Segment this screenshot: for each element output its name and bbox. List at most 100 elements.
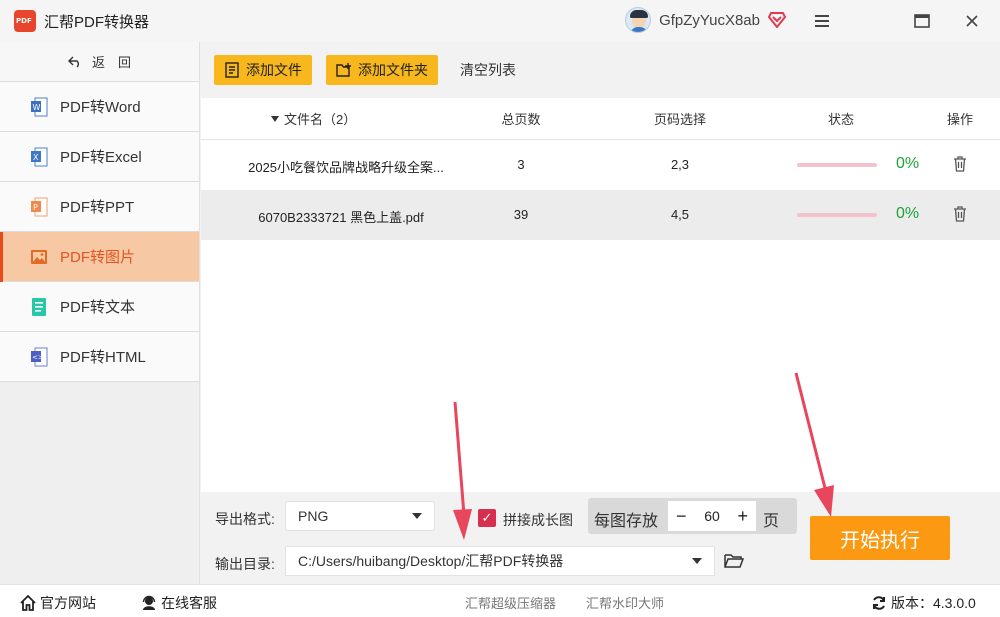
- per-image-group: 每图存放 − 60 + 页: [588, 498, 797, 534]
- start-button[interactable]: 开始执行: [810, 516, 950, 560]
- delete-icon[interactable]: [953, 206, 967, 222]
- row-progress-text: 0%: [896, 155, 920, 172]
- col-pages-header: 总页数: [501, 112, 541, 127]
- row-pages: 3: [517, 157, 525, 172]
- file-list-panel: 添加文件 添加文件夹 清空列表 文件名（2） 总页数 页码选择 状态 操作 20…: [201, 42, 1000, 492]
- title-bar: 汇帮PDF转换器 GfpZyYucX8ab: [0, 0, 1000, 42]
- delete-icon[interactable]: [953, 156, 967, 172]
- row-progress-bar: [797, 163, 877, 167]
- word-icon: W: [31, 97, 48, 116]
- sidebar-item-label: PDF转Excel: [60, 149, 142, 166]
- pages-per-image-stepper[interactable]: − 60 +: [668, 501, 756, 531]
- chevron-down-icon: [692, 558, 702, 564]
- svg-text:P: P: [33, 203, 38, 212]
- add-file-icon: [225, 62, 239, 78]
- row-filename: 6070B2333721 黑色上盖.pdf: [258, 210, 424, 225]
- add-file-button[interactable]: 添加文件: [214, 55, 312, 85]
- row-pages: 39: [513, 207, 529, 222]
- sidebar-item-label: PDF转图片: [60, 249, 136, 266]
- website-label: 官方网站: [40, 595, 96, 611]
- col-action-header: 操作: [946, 112, 973, 127]
- add-file-label: 添加文件: [246, 62, 302, 78]
- row-progress-bar: [797, 213, 877, 217]
- menu-button[interactable]: [808, 8, 836, 34]
- username[interactable]: GfpZyYucX8ab: [659, 12, 760, 29]
- output-path-select[interactable]: C:/Users/huibang/Desktop/汇帮PDF转换器: [285, 546, 715, 576]
- back-arrow-icon: [67, 56, 79, 68]
- sidebar-item-image[interactable]: PDF转图片: [0, 232, 199, 282]
- text-icon: [32, 297, 46, 316]
- website-link[interactable]: 官方网站: [20, 593, 96, 613]
- format-label: 导出格式:: [215, 511, 275, 527]
- service-label: 在线客服: [161, 595, 217, 611]
- app-window: 汇帮PDF转换器 GfpZyYucX8ab 返 回 W: [0, 0, 1000, 617]
- per-image-unit: 页: [763, 513, 780, 530]
- row-page-select[interactable]: 2,3: [640, 157, 720, 172]
- output-label: 输出目录:: [215, 556, 275, 572]
- image-icon: [31, 249, 47, 264]
- sidebar-item-label: PDF转PPT: [60, 199, 135, 216]
- svg-text:X: X: [33, 153, 39, 162]
- table-row[interactable]: 2025小吃餐饮品牌战略升级全案... 3 2,3 0%: [201, 140, 1000, 190]
- col-status-header: 状态: [827, 112, 854, 127]
- table-row[interactable]: 6070B2333721 黑色上盖.pdf 39 4,5 0%: [201, 190, 1000, 240]
- sidebar: 返 回 W PDF转Word X PDF转Excel P PDF转PPT PDF…: [0, 42, 200, 584]
- refresh-icon: [873, 596, 885, 610]
- add-folder-icon: [336, 63, 351, 77]
- app-logo-icon: [14, 10, 36, 32]
- close-icon: [966, 15, 978, 27]
- service-link[interactable]: 在线客服: [141, 593, 217, 613]
- merge-checkbox[interactable]: ✓: [478, 509, 496, 527]
- excel-icon: X: [31, 147, 48, 166]
- compress-link[interactable]: 汇帮超级压缩器: [465, 593, 556, 612]
- svg-text:<>: <>: [32, 353, 44, 361]
- folder-open-icon[interactable]: [724, 553, 744, 569]
- sidebar-item-html[interactable]: <> PDF转HTML: [0, 332, 199, 382]
- sidebar-item-excel[interactable]: X PDF转Excel: [0, 132, 199, 182]
- maximize-button[interactable]: [908, 8, 936, 34]
- sidebar-item-text[interactable]: PDF转文本: [0, 282, 199, 332]
- per-image-label: 每图存放: [594, 513, 659, 530]
- col-filename-header[interactable]: 文件名（2）: [271, 109, 391, 128]
- user-area[interactable]: GfpZyYucX8ab: [625, 7, 786, 33]
- sidebar-item-word[interactable]: W PDF转Word: [0, 82, 199, 132]
- row-filename: 2025小吃餐饮品牌战略升级全案...: [248, 160, 444, 175]
- row-page-select[interactable]: 4,5: [640, 207, 720, 222]
- output-path-value: C:/Users/huibang/Desktop/汇帮PDF转换器: [298, 553, 564, 569]
- format-value: PNG: [298, 508, 329, 524]
- version-label: 版本：4.3.0.0: [891, 595, 976, 611]
- chevron-down-icon: [412, 513, 422, 519]
- add-folder-label: 添加文件夹: [358, 62, 428, 78]
- pages-per-image-value[interactable]: 60: [704, 508, 720, 524]
- html-icon: <>: [31, 347, 48, 366]
- hamburger-icon: [815, 15, 829, 27]
- svg-text:W: W: [33, 103, 41, 112]
- sidebar-item-label: PDF转Word: [60, 99, 141, 116]
- toolbar: 添加文件 添加文件夹 清空列表: [201, 42, 1000, 98]
- clear-list-button[interactable]: 清空列表: [460, 60, 516, 80]
- app-title: 汇帮PDF转换器: [44, 13, 150, 31]
- back-label: 返 回: [91, 55, 131, 70]
- sort-down-icon: [271, 115, 279, 122]
- options-panel: 导出格式: PNG ✓ 拼接成长图 每图存放 − 60 + 页 输出目录: C:…: [201, 492, 1000, 584]
- row-progress-text: 0%: [896, 205, 920, 222]
- merge-label[interactable]: 拼接成长图: [503, 510, 573, 530]
- back-button[interactable]: 返 回: [0, 42, 199, 82]
- ppt-icon: P: [31, 197, 48, 216]
- format-select[interactable]: PNG: [285, 501, 435, 531]
- close-button[interactable]: [958, 8, 986, 34]
- version-info[interactable]: 版本：4.3.0.0: [871, 593, 976, 613]
- home-icon: [20, 595, 36, 611]
- col-page-select-header: 页码选择: [653, 112, 706, 127]
- sidebar-item-label: PDF转文本: [60, 299, 136, 316]
- add-folder-button[interactable]: 添加文件夹: [326, 55, 438, 85]
- footer: 官方网站 在线客服 汇帮超级压缩器 汇帮水印大师 版本：4.3.0.0: [0, 584, 1000, 617]
- table-header: 文件名（2） 总页数 页码选择 状态 操作: [201, 98, 1000, 140]
- avatar[interactable]: [625, 7, 652, 33]
- vip-diamond-icon[interactable]: [768, 12, 786, 28]
- watermark-link[interactable]: 汇帮水印大师: [586, 593, 664, 612]
- plus-icon[interactable]: +: [737, 506, 748, 527]
- sidebar-item-ppt[interactable]: P PDF转PPT: [0, 182, 199, 232]
- minus-icon[interactable]: −: [676, 506, 687, 527]
- maximize-icon: [914, 14, 930, 28]
